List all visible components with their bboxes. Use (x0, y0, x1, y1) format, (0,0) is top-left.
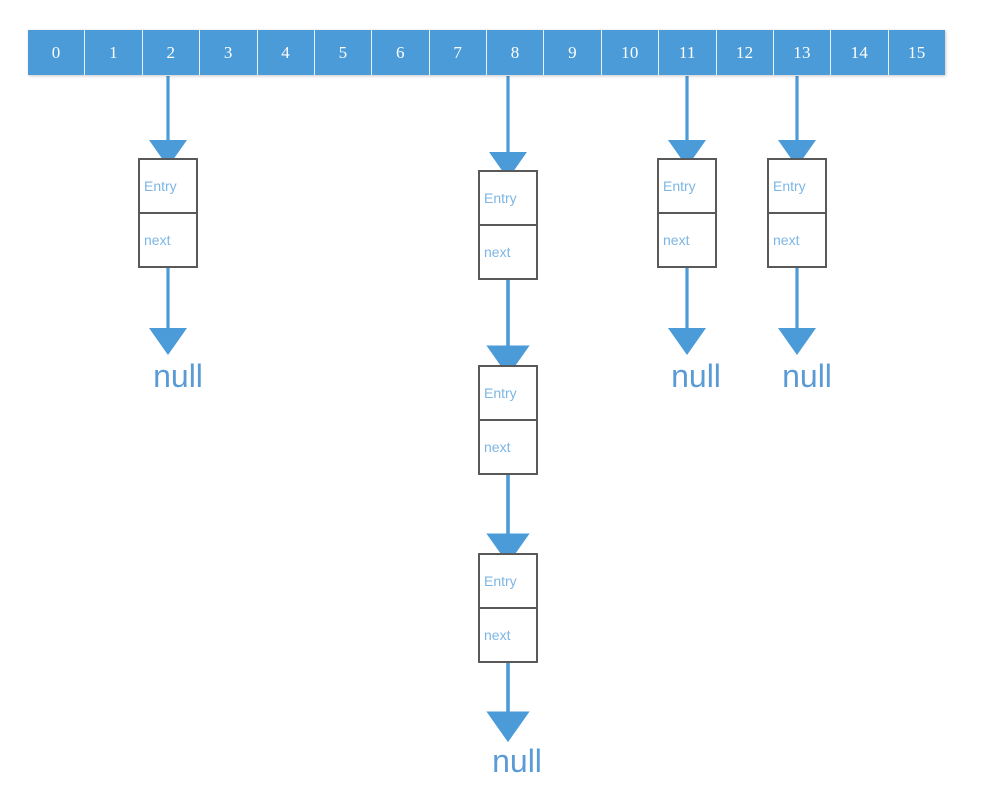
entry-next-pointer-label: next (484, 244, 511, 260)
entry-node-label: Entry (480, 367, 536, 421)
null-terminator-bucket8: null (492, 743, 542, 779)
entry-node-bucket8-2: Entry next (478, 365, 538, 475)
null-terminator-bucket2: null (153, 358, 203, 394)
bucket-cell-11[interactable]: 11 (659, 30, 717, 75)
bucket-cell-8[interactable]: 8 (487, 30, 545, 75)
entry-node-label: Entry (480, 172, 536, 226)
entry-node-bucket8-3: Entry next (478, 553, 538, 663)
entry-node-label: Entry (659, 160, 715, 214)
bucket-cell-12[interactable]: 12 (716, 30, 774, 75)
entry-next-pointer-label: next (484, 439, 511, 455)
bucket-cell-13[interactable]: 13 (773, 30, 832, 75)
bucket-cell-9[interactable]: 9 (544, 30, 602, 75)
entry-next-pointer-label: next (144, 232, 171, 248)
bucket-cell-3[interactable]: 3 (200, 30, 258, 75)
entry-next-pointer-label: next (663, 232, 690, 248)
bucket-cell-10[interactable]: 10 (601, 30, 660, 75)
entry-next-pointer-label: next (484, 627, 511, 643)
entry-node-label: Entry (480, 555, 536, 609)
hash-bucket-array: 0 1 2 3 4 5 6 7 8 9 10 11 12 13 14 15 (28, 30, 945, 75)
bucket-cell-2[interactable]: 2 (142, 30, 201, 75)
entry-node-bucket2-1: Entry next (138, 158, 198, 268)
entry-node-label: Entry (140, 160, 196, 214)
bucket-cell-14[interactable]: 14 (831, 30, 889, 75)
entry-next-pointer-label: next (773, 232, 800, 248)
bucket-cell-1[interactable]: 1 (85, 30, 143, 75)
null-terminator-bucket13: null (782, 358, 832, 394)
bucket-cell-15[interactable]: 15 (888, 30, 945, 75)
entry-node-bucket11-1: Entry next (657, 158, 717, 268)
bucket-cell-6[interactable]: 6 (372, 30, 430, 75)
bucket-cell-4[interactable]: 4 (257, 30, 315, 75)
bucket-cell-7[interactable]: 7 (429, 30, 487, 75)
entry-node-label: Entry (769, 160, 825, 214)
diagram-canvas: 0 1 2 3 4 5 6 7 8 9 10 11 12 13 14 15 Entry next null Entr… (0, 0, 992, 808)
entry-node-bucket8-1: Entry next (478, 170, 538, 280)
null-terminator-bucket11: null (671, 358, 721, 394)
bucket-cell-5[interactable]: 5 (314, 30, 373, 75)
entry-node-bucket13-1: Entry next (767, 158, 827, 268)
bucket-cell-0[interactable]: 0 (28, 30, 86, 75)
